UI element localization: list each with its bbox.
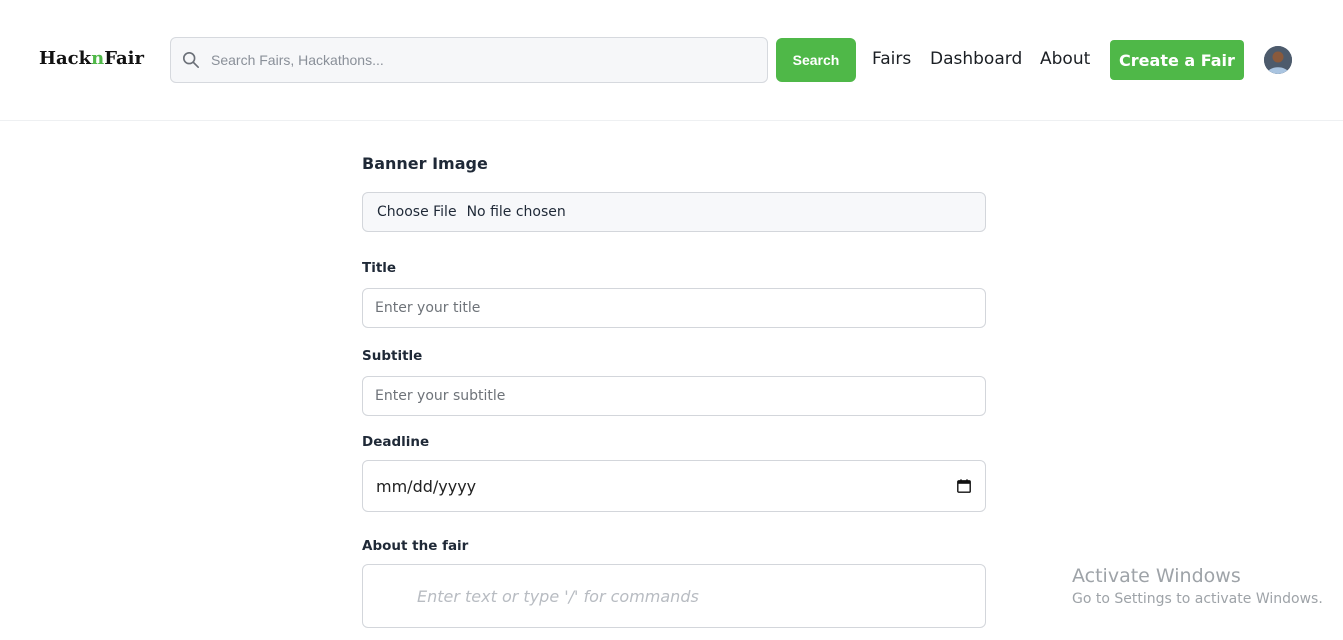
windows-activation-watermark: Activate Windows Go to Settings to activ… xyxy=(1072,565,1323,607)
about-label: About the fair xyxy=(362,538,469,554)
create-fair-button[interactable]: Create a Fair xyxy=(1110,40,1244,80)
about-editor[interactable]: Enter text or type '/' for commands xyxy=(362,564,986,628)
deadline-label: Deadline xyxy=(362,434,430,450)
user-avatar[interactable] xyxy=(1264,46,1292,74)
avatar-image xyxy=(1264,46,1292,74)
banner-file-input[interactable]: Choose File No file chosen xyxy=(362,192,986,232)
search-input[interactable] xyxy=(211,40,751,80)
search-button[interactable]: Search xyxy=(776,38,856,82)
calendar-icon[interactable] xyxy=(957,479,971,493)
date-placeholder: mm/dd/yyyy xyxy=(376,476,477,496)
watermark-subtitle: Go to Settings to activate Windows. xyxy=(1072,591,1323,607)
subtitle-label: Subtitle xyxy=(362,348,423,364)
watermark-title: Activate Windows xyxy=(1072,565,1241,587)
logo[interactable]: HacknFair xyxy=(39,48,144,69)
nav-link-about[interactable]: About xyxy=(1040,49,1090,69)
file-status: No file chosen xyxy=(466,204,566,220)
subtitle-input[interactable] xyxy=(362,376,986,416)
deadline-date-input[interactable]: mm/dd/yyyy xyxy=(362,460,986,512)
nav-link-fairs[interactable]: Fairs xyxy=(872,49,911,69)
search-icon xyxy=(182,51,200,69)
nav-link-dashboard[interactable]: Dashboard xyxy=(930,49,1022,69)
title-label: Title xyxy=(362,260,397,276)
choose-file-button[interactable]: Choose File xyxy=(377,204,457,220)
search-box xyxy=(170,37,768,83)
banner-image-label: Banner Image xyxy=(362,154,488,173)
top-navbar: HacknFair Search Fairs Dashboard About C… xyxy=(0,0,1343,121)
editor-placeholder: Enter text or type '/' for commands xyxy=(417,587,699,606)
title-input[interactable] xyxy=(362,288,986,328)
